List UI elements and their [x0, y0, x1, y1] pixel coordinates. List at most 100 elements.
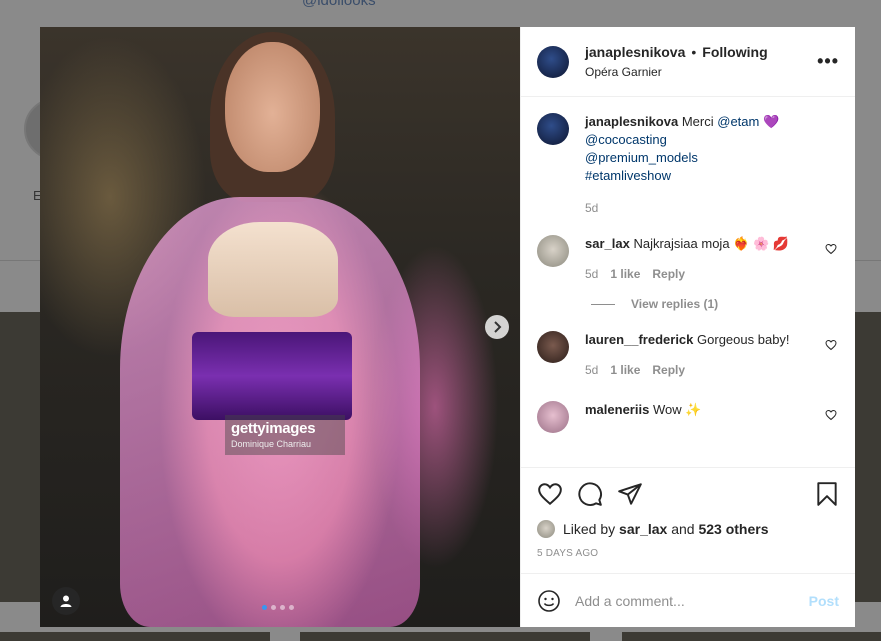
background-grid-tile	[300, 632, 590, 641]
paper-plane-icon	[618, 483, 642, 505]
mention-link[interactable]: @cococasting	[585, 131, 839, 149]
caption-time[interactable]: 5d	[585, 199, 598, 217]
heart-icon	[825, 409, 837, 421]
comment-body: maleneriis Wow ✨	[585, 401, 839, 433]
caption: janaplesnikova Merci @etam 💜 @cococastin…	[537, 113, 839, 217]
comment-item: lauren__frederick Gorgeous baby! 5d 1 li…	[537, 331, 839, 379]
carousel-dots	[262, 605, 294, 610]
comment-text: Gorgeous baby!	[697, 332, 790, 347]
comment-meta: 5d 1 like Reply	[585, 265, 839, 283]
heart-icon	[825, 339, 837, 351]
action-icons	[537, 474, 839, 514]
save-button[interactable]	[815, 481, 839, 507]
caption-text: Merci	[681, 114, 714, 129]
watermark-brand: gettyimages	[231, 420, 316, 437]
share-button[interactable]	[617, 481, 643, 507]
author-info: janaplesnikova • Following Opéra Garnier	[585, 44, 817, 79]
carousel-dot	[289, 605, 294, 610]
photo-face	[225, 42, 320, 172]
comment-avatar[interactable]	[537, 235, 569, 267]
heart-icon	[825, 243, 837, 255]
post-modal: gettyimages Dominique Charriau janaplesn…	[40, 27, 855, 627]
photo-belt	[192, 332, 352, 420]
background-grid-tile	[622, 632, 881, 641]
add-comment-bar: Post	[521, 573, 855, 627]
caption-body: janaplesnikova Merci @etam 💜 @cococastin…	[585, 113, 839, 217]
comment-time[interactable]: 5d	[585, 265, 598, 283]
next-slide-button[interactable]	[485, 315, 509, 339]
hashtag-link[interactable]: #etamliveshow	[585, 167, 839, 185]
comment-likes[interactable]: 1 like	[610, 361, 640, 379]
comment-body: sar_lax Najkrajsiaa moja ❤️‍🔥 🌸 💋 5d 1 l…	[585, 235, 839, 283]
comment-item: maleneriis Wow ✨	[537, 401, 839, 433]
post-location[interactable]: Opéra Garnier	[585, 65, 817, 79]
user-icon	[60, 595, 72, 607]
comment-avatar[interactable]	[537, 401, 569, 433]
comment-time[interactable]: 5d	[585, 361, 598, 379]
comment-meta: 5d 1 like Reply	[585, 361, 839, 379]
like-comment-button[interactable]	[825, 339, 837, 351]
carousel-dot	[271, 605, 276, 610]
emoji-button[interactable]	[537, 589, 561, 613]
chevron-right-icon	[494, 321, 502, 333]
comment-likes[interactable]: 1 like	[610, 265, 640, 283]
author-avatar[interactable]	[537, 45, 569, 78]
reply-button[interactable]: Reply	[652, 361, 685, 379]
comment-username[interactable]: lauren__frederick	[585, 332, 693, 347]
bookmark-icon	[817, 482, 837, 506]
likes-prefix: Liked by	[563, 521, 616, 537]
background-grid-tile	[855, 312, 881, 602]
reply-button[interactable]: Reply	[652, 265, 685, 283]
comment-text: Najkrajsiaa moja ❤️‍🔥 🌸 💋	[633, 236, 789, 251]
carousel-dot	[280, 605, 285, 610]
photo-top	[208, 222, 338, 317]
comment-body: lauren__frederick Gorgeous baby! 5d 1 li…	[585, 331, 839, 379]
following-button[interactable]: Following	[702, 44, 767, 60]
likes-summary: Liked by sar_lax and 523 others	[537, 520, 839, 538]
getty-watermark: gettyimages Dominique Charriau	[225, 415, 345, 455]
post-comment-button[interactable]: Post	[809, 593, 839, 609]
post-timestamp[interactable]: 5 DAYS AGO	[537, 548, 839, 559]
post-side-panel: janaplesnikova • Following Opéra Garnier…	[520, 27, 855, 627]
replies-line	[591, 303, 615, 305]
background-grid-tile	[0, 632, 270, 641]
watermark-credit: Dominique Charriau	[231, 439, 312, 449]
likes-middle: and	[671, 521, 695, 537]
mention-link[interactable]: @etam	[717, 114, 759, 129]
comment-text: Wow ✨	[652, 402, 702, 417]
header-separator: •	[691, 44, 697, 60]
post-actions: Liked by sar_lax and 523 others 5 DAYS A…	[521, 467, 855, 573]
liker-username[interactable]: sar_lax	[619, 521, 667, 537]
comment-item: sar_lax Najkrajsiaa moja ❤️‍🔥 🌸 💋 5d 1 l…	[537, 235, 839, 283]
view-replies-label: View replies (1)	[631, 297, 719, 311]
heart-icon	[538, 483, 562, 506]
comment-username[interactable]: sar_lax	[585, 236, 630, 251]
like-comment-button[interactable]	[825, 409, 837, 421]
post-header: janaplesnikova • Following Opéra Garnier…	[521, 27, 855, 97]
comment-avatar[interactable]	[537, 331, 569, 363]
caption-avatar[interactable]	[537, 113, 569, 145]
author-row: janaplesnikova • Following	[585, 44, 817, 60]
view-replies-button[interactable]: View replies (1)	[591, 297, 839, 311]
smiley-icon	[538, 589, 560, 612]
caption-username[interactable]: janaplesnikova	[585, 114, 678, 129]
comments-list[interactable]: janaplesnikova Merci @etam 💜 @cococastin…	[521, 97, 855, 467]
background-grid-tile	[0, 312, 40, 602]
mention-link[interactable]: @premium_models	[585, 149, 839, 167]
comment-button[interactable]	[577, 481, 603, 507]
like-comment-button[interactable]	[825, 243, 837, 255]
background-handle: @idollooks	[302, 0, 376, 9]
like-button[interactable]	[537, 481, 563, 507]
caption-meta: 5d	[585, 199, 839, 217]
likes-others[interactable]: 523 others	[698, 521, 768, 537]
carousel-dot	[262, 605, 267, 610]
author-username[interactable]: janaplesnikova	[585, 44, 685, 60]
liker-avatar[interactable]	[537, 520, 555, 538]
post-media[interactable]: gettyimages Dominique Charriau	[40, 27, 520, 627]
more-options-button[interactable]: •••	[817, 51, 839, 72]
caption-emoji: 💜	[762, 114, 780, 129]
comment-username[interactable]: maleneriis	[585, 402, 649, 417]
tagged-users-button[interactable]	[52, 587, 80, 615]
comment-input[interactable]	[575, 592, 809, 609]
comment-bubble-icon	[578, 482, 602, 506]
